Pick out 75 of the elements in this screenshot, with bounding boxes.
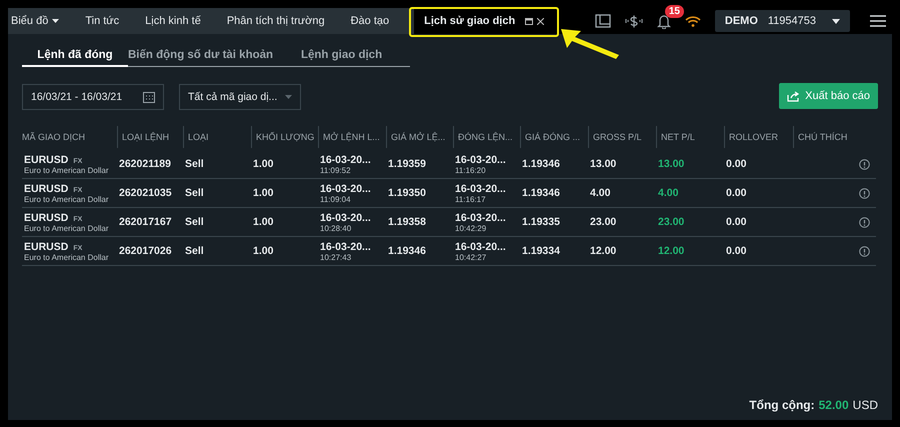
table-cell-text: 16-03-20...	[455, 240, 507, 252]
table-cell-text: 16-03-20...	[320, 154, 372, 166]
table-cell-text: 16-03-20...	[455, 154, 507, 166]
column-header: ROLLOVER	[724, 126, 793, 148]
table-cell-text: 262021189	[119, 158, 172, 170]
notification-badge: 15	[664, 4, 684, 18]
table-cell-text: 262017167	[119, 216, 173, 228]
table-cell-text: Sell	[185, 216, 205, 228]
total-label: Tổng cộng:	[749, 398, 815, 412]
symbol-description: Euro to American Dollar	[24, 224, 110, 232]
table-cell-text: 10:28:40	[320, 224, 352, 232]
column-header: LOẠI	[183, 126, 251, 148]
account-selector[interactable]: DEMO 11954753	[714, 10, 850, 32]
table-cell-text: 12.00	[590, 245, 618, 257]
column-header: MÃ GIAO DỊCH	[22, 131, 86, 144]
symbol-description: Euro to American Dollar	[24, 194, 110, 204]
sub-tab[interactable]: Lệnh giao dịch	[273, 46, 410, 67]
table-cell-text: 23.00	[590, 216, 618, 228]
column-header: GROSS P/L	[588, 126, 656, 148]
table-cell-text: 10:42:27	[455, 252, 488, 262]
table-cell-text: 0.00	[726, 187, 748, 199]
table-cell-text: 1.19346	[522, 158, 561, 170]
table-cell-text: 16-03-20...	[455, 182, 507, 194]
table-cell-text: Sell	[185, 245, 205, 257]
symbol-description: Euro to American Dollar	[24, 166, 110, 174]
table-cell-text: 1.19358	[388, 216, 427, 228]
table-cell-text: Sell	[185, 158, 205, 170]
table-cell-text: 12.00	[658, 245, 686, 257]
column-header: CHÚ THÍCH	[793, 126, 857, 148]
table-cell-text: 262021035	[119, 187, 173, 199]
table-cell-text: 11:09:04	[320, 194, 352, 204]
total-value: 52.00	[818, 398, 849, 412]
total-currency: USD	[852, 398, 878, 412]
table-cell-text: 1.00	[253, 216, 274, 228]
column-header: MỞ LỆNH L...	[318, 126, 386, 148]
table-cell-text: 1.00	[253, 245, 274, 257]
table-cell-text: 10:42:29	[455, 224, 488, 232]
table-cell-text: 0.00	[726, 245, 748, 257]
table-cell-text: 1.00	[253, 158, 274, 170]
column-header: GIÁ ĐÓNG ...	[520, 126, 588, 148]
table-cell-text: 11:16:20	[455, 166, 487, 174]
date-range-field[interactable]: 16/03/21 - 16/03/21	[22, 84, 164, 110]
sub-tab[interactable]: Biến động số dư tài khoản	[128, 46, 274, 67]
sub-tab[interactable]: Lệnh đã đóng	[22, 46, 128, 67]
table-cell-text: 0.00	[726, 158, 748, 170]
table-cell-text: 1.19350	[388, 187, 427, 199]
table-cell-text: 262017026	[119, 245, 173, 257]
table-cell-text: Sell	[185, 187, 205, 199]
column-header: NET P/L	[656, 126, 724, 148]
symbol-dropdown[interactable]: Tất cả mã giao dị...	[179, 84, 301, 110]
table-cell-text: 13.00	[590, 158, 618, 170]
table-cell-text: 16-03-20...	[320, 212, 372, 224]
table-cell-text: 0.00	[726, 216, 748, 228]
symbol-description: Euro to American Dollar	[24, 252, 110, 262]
column-header: LOẠI LỆNH	[117, 126, 183, 148]
table-cell-text: 1.19346	[388, 245, 427, 257]
table-cell-text: 1.19334	[522, 245, 561, 257]
column-header: ĐÓNG LỆN...	[453, 126, 520, 148]
column-header: KHỐI LƯỢNG	[251, 126, 318, 148]
table-cell-text: 16-03-20...	[320, 240, 372, 252]
table-cell-text: 10:27:43	[320, 252, 352, 262]
table-cell-text: 1.19346	[522, 187, 561, 199]
table-cell-text: 13.00	[658, 158, 686, 170]
table-cell-text: 11:09:52	[320, 166, 352, 174]
table-cell-text: 23.00	[658, 216, 686, 228]
table-cell-text: 16-03-20...	[320, 182, 372, 194]
table-cell-text: 1.00	[253, 187, 274, 199]
column-header: GIÁ MỞ LỆ...	[386, 126, 453, 148]
table-cell-text: 4.00	[658, 187, 680, 199]
table-cell-text: 1.19335	[522, 216, 561, 228]
table-cell-text: 11:16:17	[455, 194, 487, 204]
nav-tab[interactable]: Lịch sử giao dịch	[414, 8, 554, 34]
table-cell-text: 4.00	[590, 187, 612, 199]
table-cell-text: 16-03-20...	[455, 212, 507, 224]
table-cell-text: 1.19359	[388, 158, 427, 170]
